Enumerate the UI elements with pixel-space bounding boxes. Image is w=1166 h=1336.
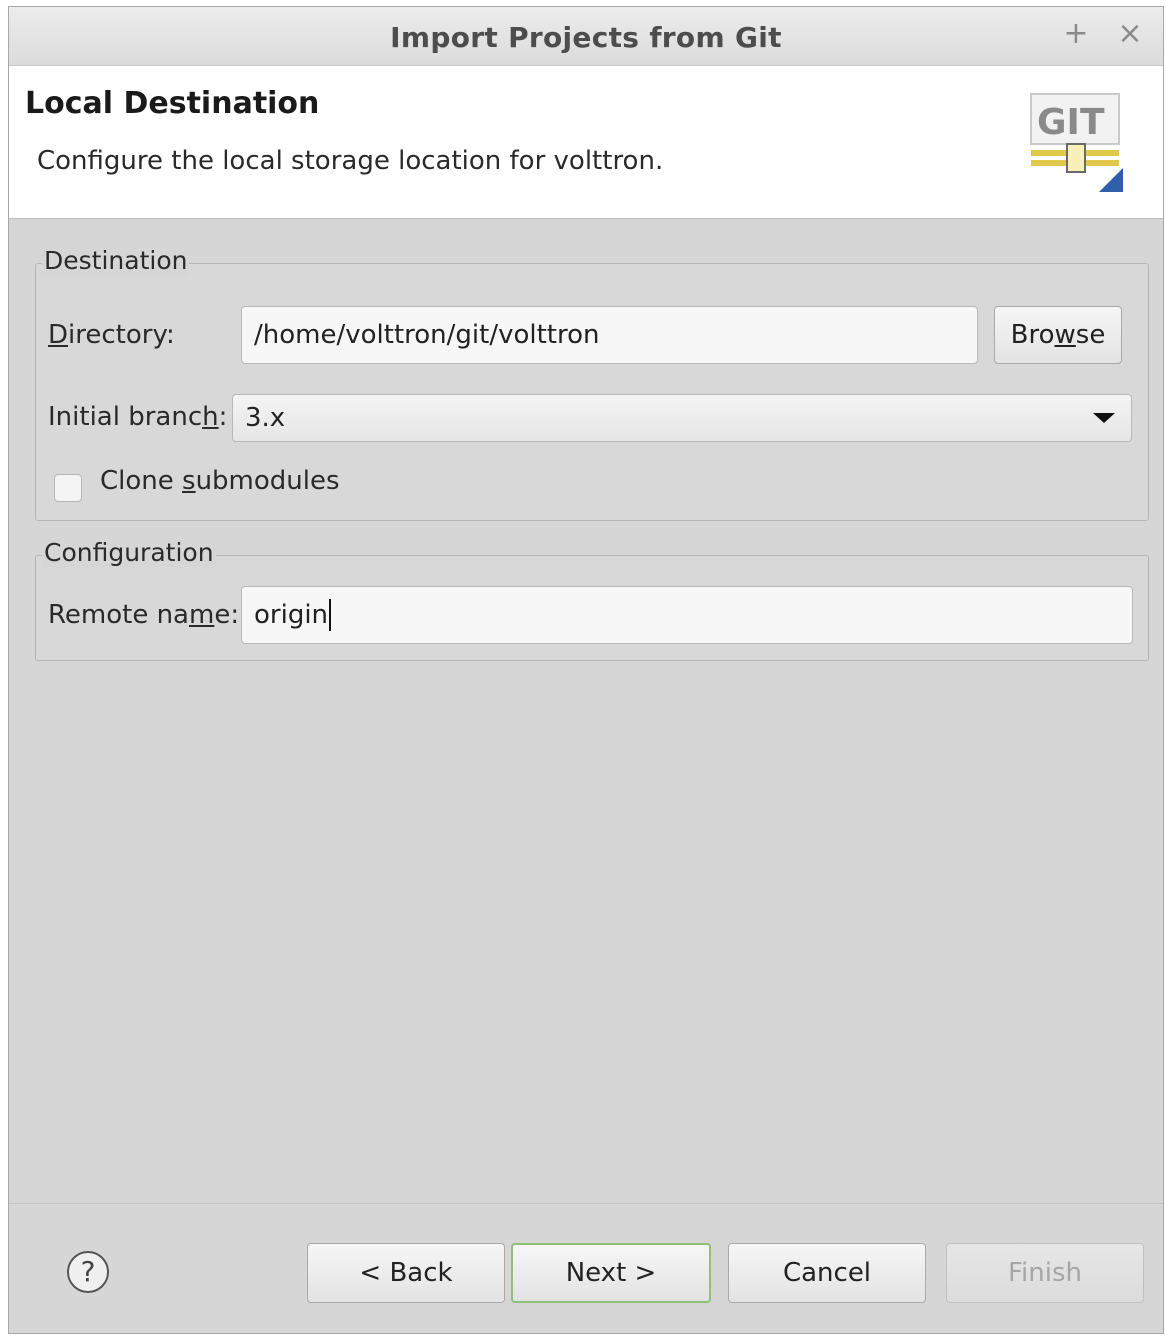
text-caret bbox=[329, 599, 332, 631]
browse-button[interactable]: Bro w se bbox=[994, 306, 1122, 364]
page-description: Configure the local storage location for… bbox=[37, 146, 664, 176]
close-icon[interactable]: × bbox=[1113, 17, 1147, 51]
clone-submodules-checkbox[interactable] bbox=[54, 474, 82, 502]
next-button[interactable]: Next > bbox=[511, 1243, 711, 1303]
import-dialog: Import Projects from Git + × Local Desti… bbox=[8, 6, 1164, 1334]
configuration-group: Configuration Remote name: origin bbox=[35, 538, 1149, 661]
directory-value: /home/volttron/git/volttron bbox=[254, 320, 600, 350]
chevron-down-icon bbox=[1093, 413, 1115, 423]
wizard-header: Local Destination Configure the local st… bbox=[9, 66, 1163, 219]
page-title: Local Destination bbox=[25, 86, 320, 121]
footer-separator bbox=[9, 1203, 1163, 1204]
window-title: Import Projects from Git bbox=[390, 21, 782, 54]
destination-legend: Destination bbox=[42, 246, 190, 275]
cancel-button[interactable]: Cancel bbox=[728, 1243, 926, 1303]
remote-name-value: origin bbox=[254, 600, 329, 630]
destination-group: Destination Directory: /home/volttron/gi… bbox=[35, 246, 1149, 521]
finish-button[interactable]: Finish bbox=[946, 1243, 1144, 1303]
configuration-legend: Configuration bbox=[42, 538, 216, 567]
directory-input[interactable]: /home/volttron/git/volttron bbox=[241, 306, 978, 364]
maximize-icon[interactable]: + bbox=[1059, 17, 1093, 51]
initial-branch-label: Initial branch: bbox=[48, 402, 228, 432]
initial-branch-select[interactable]: 3.x bbox=[232, 394, 1132, 442]
remote-name-label: Remote name: bbox=[48, 600, 240, 630]
clone-submodules-label[interactable]: Clone submodules bbox=[100, 466, 340, 496]
back-button[interactable]: < Back bbox=[307, 1243, 505, 1303]
logo-text: GIT bbox=[1037, 102, 1105, 143]
title-bar[interactable]: Import Projects from Git + × bbox=[9, 7, 1163, 66]
directory-label: Directory: bbox=[48, 320, 175, 350]
remote-name-input[interactable]: origin bbox=[241, 586, 1133, 644]
git-logo-icon: GIT bbox=[1030, 93, 1123, 192]
initial-branch-value: 3.x bbox=[245, 403, 286, 433]
help-icon[interactable]: ? bbox=[67, 1251, 109, 1293]
